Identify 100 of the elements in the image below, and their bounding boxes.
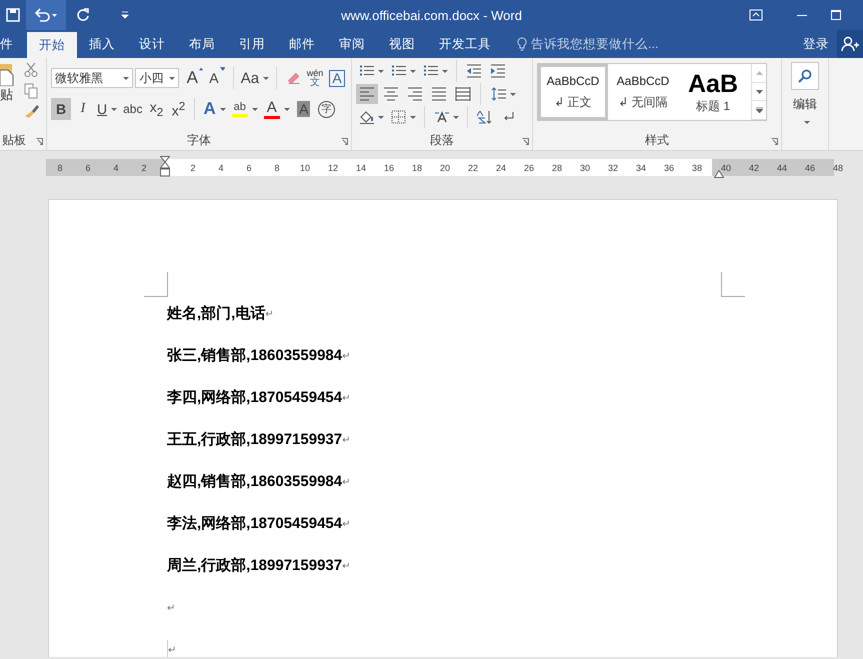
style-item[interactable]: AaBbCcD ↲ 正文 — [538, 64, 608, 120]
character-border-button[interactable]: A — [327, 67, 347, 89]
ruler-number: 24 — [494, 162, 507, 172]
ribbon-tab[interactable]: 设计 — [127, 30, 177, 58]
paragraph-text: 周兰,行政部,18997159937 — [167, 556, 342, 575]
ruler-number: 48 — [832, 162, 844, 172]
alignment-button[interactable] — [356, 84, 378, 104]
right-indent-marker-icon[interactable] — [714, 170, 724, 178]
ruler-number: 26 — [522, 162, 535, 172]
ruler-number: 28 — [550, 162, 563, 172]
shrink-font-button[interactable]: A — [207, 67, 228, 89]
format-toggle-button[interactable]: x$_{2}$ — [146, 98, 166, 120]
undo-icon — [34, 8, 58, 22]
dialog-launcher-icon[interactable] — [341, 138, 348, 145]
increase-indent-icon — [490, 64, 506, 78]
shading-icon — [358, 110, 374, 124]
format-toggle-button[interactable]: U — [95, 98, 120, 120]
paragraph-mark: ↵ — [342, 435, 350, 446]
ruler-number: 8 — [56, 162, 64, 172]
group-label: 贴板 — [2, 133, 26, 147]
align-icon — [383, 87, 399, 101]
dialog-launcher-icon[interactable] — [522, 138, 529, 145]
format-toggle-button[interactable]: x$^{2}$ — [168, 98, 188, 120]
ruler-number: 10 — [298, 162, 311, 172]
copy-icon[interactable] — [24, 83, 38, 99]
paragraph-text: 王五,行政部,18997159937 — [167, 430, 342, 449]
ruler-number: 2 — [189, 162, 196, 172]
caret-icon — [198, 67, 204, 71]
sign-in-link[interactable]: 登录 — [795, 30, 837, 58]
ruler-number: 22 — [466, 162, 479, 172]
paragraph-mark: ↵ — [167, 603, 176, 614]
crop-mark — [721, 272, 745, 297]
phonetic-guide-button[interactable]: wén 文 — [305, 67, 325, 89]
align-icon — [407, 87, 423, 101]
ruler-number: 2 — [140, 162, 148, 172]
paragraph-text: 李法,网络部,18705459454 — [167, 514, 342, 533]
window-title: www.officebai.com.docx - Word — [341, 8, 522, 23]
ribbon-tab[interactable]: 插入 — [77, 30, 127, 58]
ribbon-tab[interactable]: 开发工具 — [427, 30, 503, 58]
change-case-button[interactable]: Aa — [240, 67, 270, 89]
ruler-number: 34 — [634, 162, 647, 172]
highlight-color-button[interactable]: ab — [230, 98, 260, 120]
more-icon[interactable] — [756, 107, 762, 114]
ruler-number: 12 — [326, 162, 339, 172]
ruler-number: 8 — [273, 162, 280, 172]
ruler-number: 36 — [662, 162, 675, 172]
text-effects-button[interactable]: A — [201, 98, 228, 120]
sort-icon — [477, 110, 493, 124]
paragraph-text: 姓名,部门,电话 — [167, 304, 266, 323]
group-label: 字体 — [187, 133, 211, 147]
ribbon-tab[interactable]: 审阅 — [327, 30, 377, 58]
bullets-icon — [358, 64, 374, 78]
paragraph-text: 李四,网络部,18705459454 — [167, 388, 342, 407]
ruler-number: 4 — [112, 162, 120, 172]
paragraph-mark: ↵ — [342, 561, 350, 572]
decrease-indent-icon — [466, 64, 482, 78]
add-person-icon[interactable] — [841, 36, 859, 52]
paragraph-mark: ↵ — [342, 477, 350, 488]
undo-button[interactable] — [26, 0, 66, 30]
ribbon-tab[interactable]: 布局 — [177, 30, 227, 58]
save-icon — [6, 8, 20, 22]
ruler-number: 6 — [245, 162, 252, 172]
crop-mark — [144, 272, 168, 297]
paragraph-mark: ↵ — [342, 519, 350, 530]
paintbrush-icon[interactable] — [24, 104, 40, 118]
ribbon-tab[interactable]: 引用 — [227, 30, 277, 58]
ruler-number: 14 — [354, 162, 367, 172]
ribbon-tab[interactable]: 开始 — [27, 32, 77, 58]
font-color-button[interactable]: A — [262, 98, 292, 120]
font-name-dropdown[interactable]: 微软雅黑 — [51, 68, 134, 88]
format-toggle-button[interactable]: abc — [121, 98, 144, 120]
dialog-launcher-icon[interactable] — [36, 138, 43, 145]
font-size-dropdown[interactable]: 小四 — [135, 68, 179, 88]
maximize-icon — [831, 10, 841, 20]
format-toggle-button[interactable]: I — [73, 98, 93, 120]
lightbulb-icon — [517, 37, 527, 51]
ruler-number: 20 — [438, 162, 451, 172]
editing-button[interactable]: 编辑 — [793, 96, 817, 113]
find-button[interactable] — [791, 62, 819, 90]
ribbon-tab[interactable]: 件 — [0, 30, 15, 58]
paragraph-text: 张三,销售部,18603559984 — [167, 346, 342, 365]
scissors-icon[interactable] — [24, 62, 38, 78]
caret-icon — [220, 67, 226, 71]
ribbon-options-icon — [749, 9, 763, 21]
align-icon — [455, 87, 471, 101]
search-icon — [798, 69, 812, 83]
ribbon-tab[interactable]: 邮件 — [277, 30, 327, 58]
ruler-number: 4 — [217, 162, 224, 172]
redo-icon — [76, 8, 90, 22]
group-label: 段落 — [430, 133, 454, 147]
format-toggle-button[interactable]: B — [51, 98, 71, 120]
group-label: 样式 — [645, 133, 669, 147]
ribbon-tab[interactable]: 视图 — [377, 30, 427, 58]
grow-font-button[interactable]: A — [184, 67, 206, 89]
scroll-down-icon[interactable] — [756, 88, 762, 94]
ruler-number: 6 — [84, 162, 92, 172]
tell-me-field[interactable]: 告诉我您想要做什么... — [517, 30, 658, 58]
line-spacing-icon — [490, 87, 506, 101]
dialog-launcher-icon[interactable] — [771, 138, 778, 145]
ruler-number: 16 — [382, 162, 395, 172]
